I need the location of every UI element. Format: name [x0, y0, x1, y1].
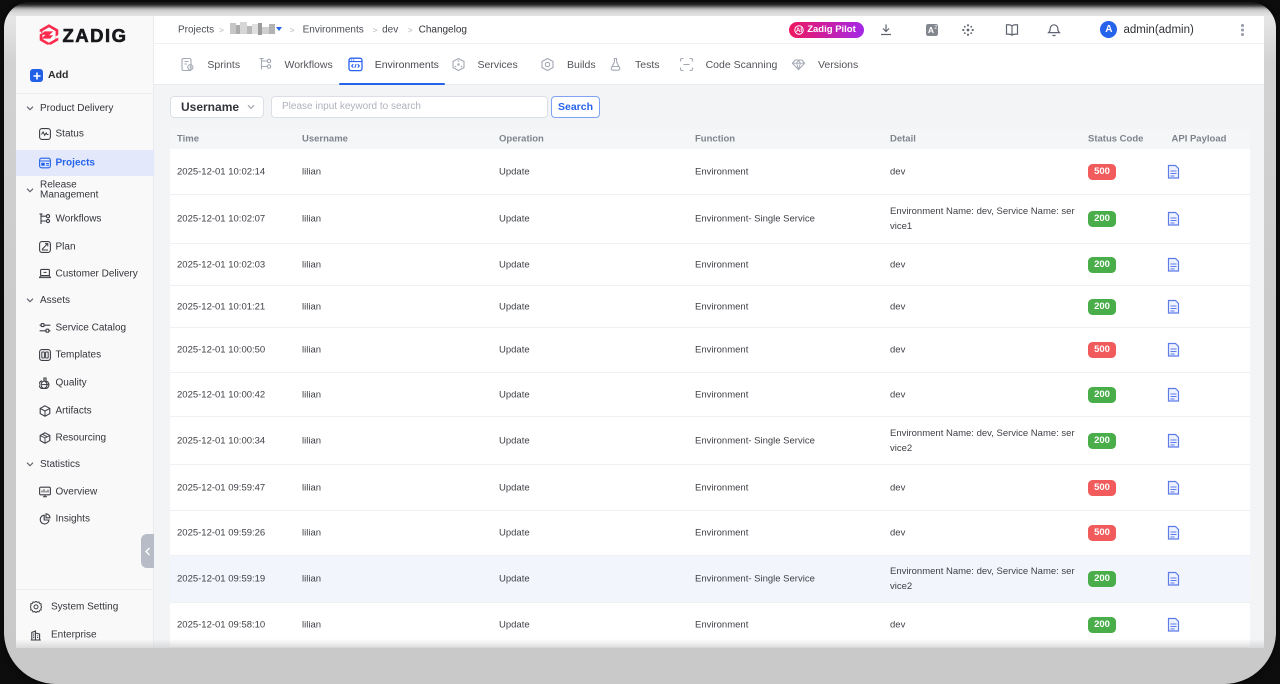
- svg-text:2: 2: [934, 25, 937, 31]
- svg-text:AI: AI: [796, 28, 802, 34]
- svg-text:A: A: [928, 25, 934, 35]
